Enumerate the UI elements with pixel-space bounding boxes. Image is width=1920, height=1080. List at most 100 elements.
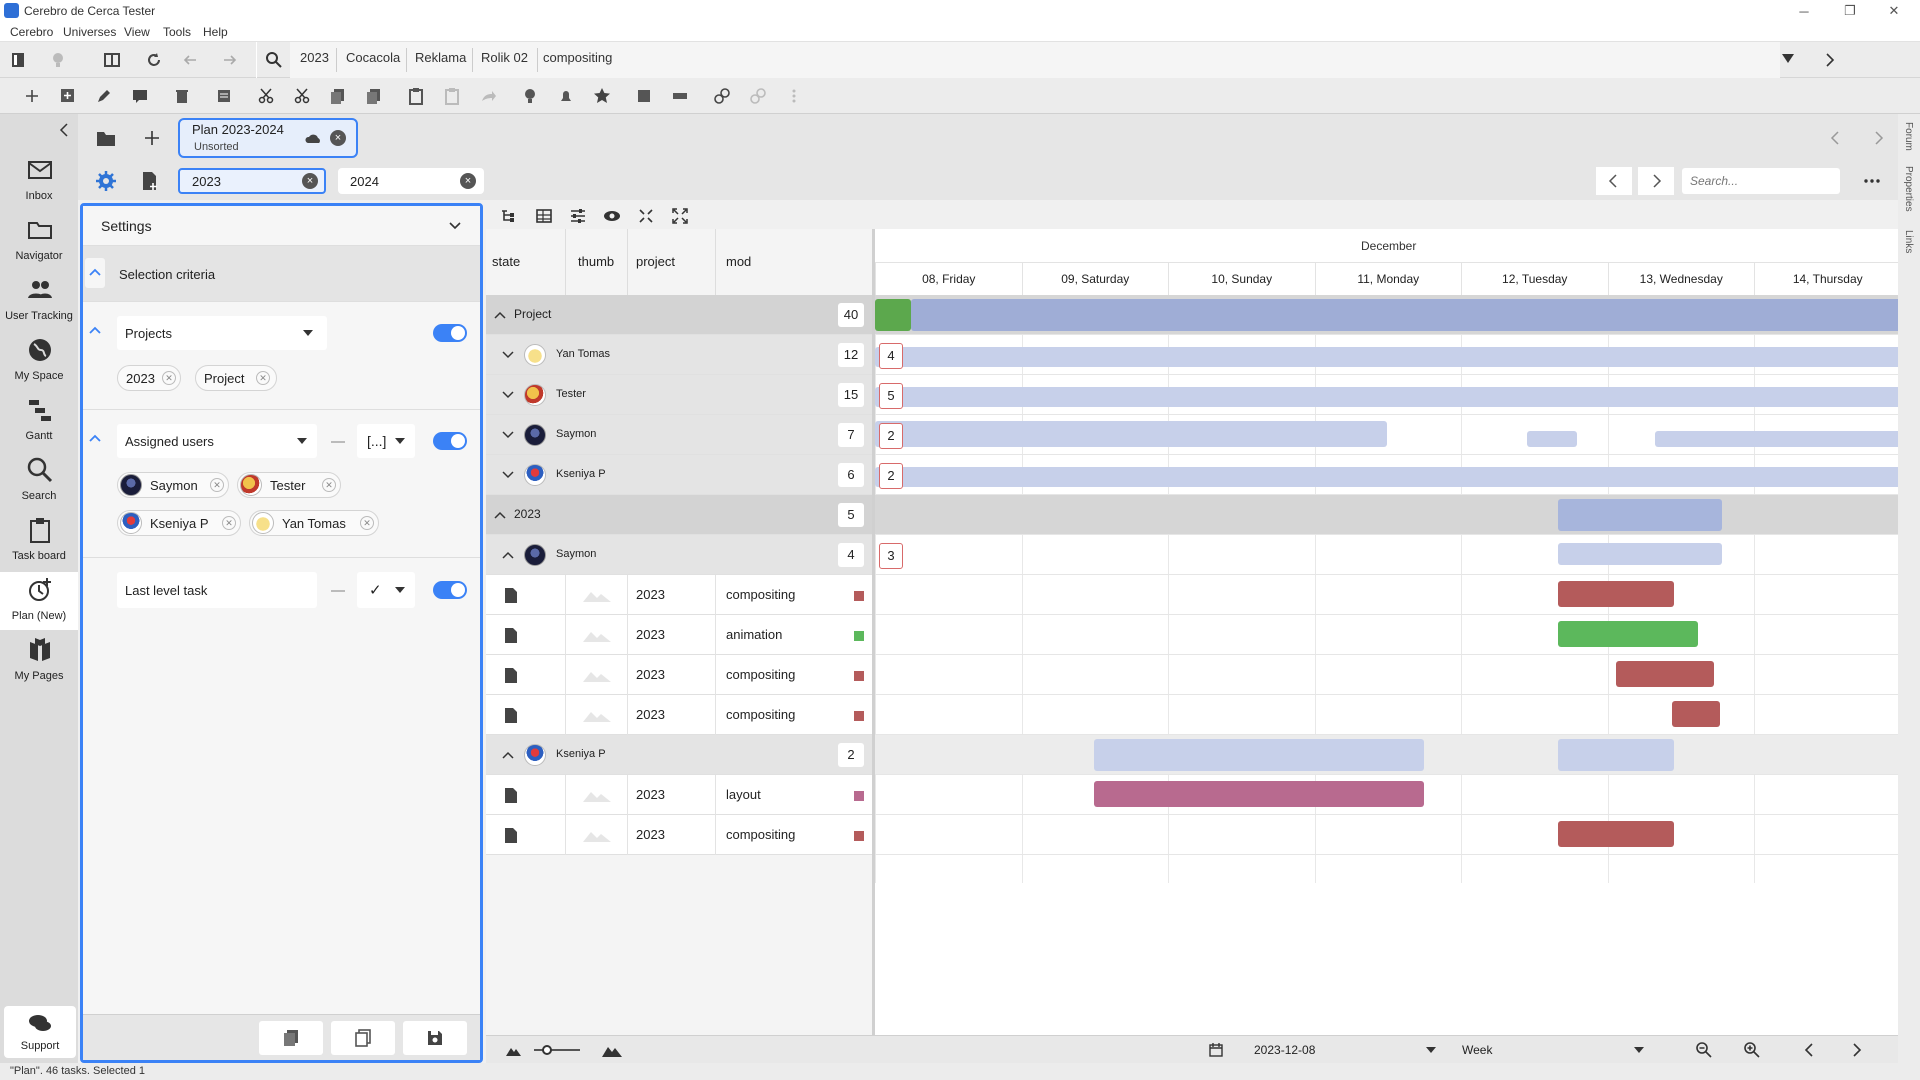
refresh-icon[interactable] bbox=[140, 46, 168, 74]
nav-item-plan-new[interactable]: Plan (New) bbox=[0, 572, 78, 630]
eye-icon[interactable] bbox=[598, 202, 626, 230]
close-icon[interactable]: ✕ bbox=[1880, 2, 1908, 20]
selection-criteria-row[interactable]: Selection criteria bbox=[83, 246, 480, 302]
table-row[interactable]: 2023 animation bbox=[486, 615, 872, 655]
remove-filter-icon[interactable]: × bbox=[460, 173, 476, 189]
gear-icon[interactable] bbox=[92, 167, 120, 195]
chevron-up-icon[interactable] bbox=[85, 424, 105, 454]
side-tab-properties[interactable]: Properties bbox=[1903, 166, 1914, 212]
operator-dropdown[interactable]: [...] bbox=[357, 424, 415, 458]
breadcrumb-item[interactable]: Reklama bbox=[415, 50, 466, 65]
chevron-down-icon[interactable] bbox=[500, 387, 516, 403]
forward-icon[interactable] bbox=[474, 82, 502, 110]
duplicate-settings-button[interactable] bbox=[331, 1021, 395, 1055]
remove-chip-icon[interactable]: ✕ bbox=[210, 478, 224, 492]
table-icon[interactable] bbox=[530, 202, 558, 230]
chevron-up-icon[interactable] bbox=[85, 258, 105, 288]
nav-item-user-tracking[interactable]: User Tracking bbox=[0, 272, 78, 330]
date-dropdown-icon[interactable] bbox=[1426, 1047, 1436, 1053]
breadcrumb-item[interactable]: Rolik 02 bbox=[481, 50, 528, 65]
chevron-down-icon[interactable] bbox=[500, 427, 516, 443]
group-row[interactable]: Saymon 7 bbox=[486, 415, 872, 455]
chevron-up-icon[interactable] bbox=[500, 747, 516, 763]
filter-chip-2024[interactable]: 2024 × bbox=[338, 168, 484, 194]
menu-tools[interactable]: Tools bbox=[163, 25, 191, 39]
collapse-nav-icon[interactable] bbox=[50, 116, 78, 144]
add-icon[interactable] bbox=[18, 82, 46, 110]
hierarchy-icon[interactable] bbox=[494, 202, 522, 230]
search-box[interactable]: Search... bbox=[1682, 168, 1840, 194]
copy-special-icon[interactable] bbox=[360, 82, 388, 110]
table-row[interactable]: 2023 compositing bbox=[486, 575, 872, 615]
back-arrow-icon[interactable] bbox=[176, 46, 204, 74]
save-settings-button[interactable] bbox=[403, 1021, 467, 1055]
gantt-bar[interactable] bbox=[1558, 581, 1674, 607]
gantt-bar[interactable] bbox=[875, 421, 1387, 447]
alarm-icon[interactable] bbox=[552, 82, 580, 110]
unlink-icon[interactable] bbox=[744, 82, 772, 110]
gantt-bar[interactable] bbox=[875, 387, 1901, 407]
gantt-bar[interactable] bbox=[1616, 661, 1714, 687]
chevron-up-icon[interactable] bbox=[492, 507, 508, 523]
table-row[interactable]: 2023 layout bbox=[486, 775, 872, 815]
chevron-up-icon[interactable] bbox=[85, 316, 105, 346]
plan-tab[interactable]: Plan 2023-2024 Unsorted × bbox=[178, 118, 358, 158]
add-subtask-icon[interactable] bbox=[54, 82, 82, 110]
zoom-slider[interactable] bbox=[534, 1045, 580, 1055]
gantt-bar[interactable] bbox=[1558, 739, 1674, 771]
menu-view[interactable]: View bbox=[124, 25, 150, 39]
column-header-state[interactable]: state bbox=[486, 229, 566, 295]
filters-prev-icon[interactable] bbox=[1596, 167, 1632, 195]
edit-icon[interactable] bbox=[90, 82, 118, 110]
gantt-bar[interactable] bbox=[875, 467, 1901, 487]
collapse-all-icon[interactable] bbox=[632, 202, 660, 230]
gantt-bar[interactable] bbox=[1655, 431, 1901, 447]
folder-icon[interactable] bbox=[92, 124, 120, 152]
group-row[interactable]: Yan Tomas 12 bbox=[486, 335, 872, 375]
paste-special-icon[interactable] bbox=[438, 82, 466, 110]
date-value[interactable]: 2023-12-08 bbox=[1254, 1043, 1315, 1057]
gantt-bar[interactable] bbox=[1094, 739, 1424, 771]
chevron-up-icon[interactable] bbox=[492, 307, 508, 323]
group-row[interactable]: Tester 15 bbox=[486, 375, 872, 415]
timeline-prev-icon[interactable] bbox=[1796, 1036, 1824, 1064]
projects-toggle[interactable] bbox=[433, 324, 467, 342]
column-header-thumb[interactable]: thumb bbox=[566, 229, 628, 295]
filters-next-icon[interactable] bbox=[1638, 167, 1674, 195]
cloud-sync-icon[interactable] bbox=[304, 130, 324, 146]
chevron-down-icon[interactable] bbox=[447, 218, 463, 234]
add-document-icon[interactable] bbox=[136, 167, 164, 195]
menu-universes[interactable]: Universes bbox=[63, 25, 116, 39]
remove-chip-icon[interactable]: ✕ bbox=[322, 478, 336, 492]
table-row[interactable]: 2023 compositing bbox=[486, 695, 872, 735]
gantt-bar[interactable] bbox=[1558, 621, 1698, 647]
tabs-prev-icon[interactable] bbox=[1822, 124, 1850, 152]
sliders-icon[interactable] bbox=[564, 202, 592, 230]
history-dropdown-icon[interactable] bbox=[1782, 54, 1794, 63]
expand-all-icon[interactable] bbox=[666, 202, 694, 230]
side-tab-forum[interactable]: Forum bbox=[1903, 122, 1914, 151]
chevron-right-icon[interactable] bbox=[1816, 46, 1844, 74]
chevron-up-icon[interactable] bbox=[500, 547, 516, 563]
nav-item-my-space[interactable]: My Space bbox=[0, 332, 78, 390]
breadcrumb-item[interactable]: compositing bbox=[543, 50, 612, 65]
nav-item-gantt[interactable]: Gantt bbox=[0, 392, 78, 450]
restore-icon[interactable]: ❐ bbox=[1836, 2, 1864, 20]
more-horizontal-icon[interactable] bbox=[1858, 167, 1886, 195]
zoom-slider-handle[interactable] bbox=[542, 1045, 552, 1055]
group-row[interactable]: Project 40 bbox=[486, 295, 872, 335]
nav-item-my-pages[interactable]: My Pages bbox=[0, 632, 78, 690]
scale-dropdown-icon[interactable] bbox=[1634, 1047, 1644, 1053]
filter-chip-2023[interactable]: 2023 × bbox=[178, 168, 326, 194]
menu-help[interactable]: Help bbox=[203, 25, 228, 39]
timeline-next-icon[interactable] bbox=[1842, 1036, 1870, 1064]
gantt-bar[interactable] bbox=[1094, 781, 1424, 807]
add-tab-icon[interactable] bbox=[138, 124, 166, 152]
gantt-bar[interactable] bbox=[1672, 701, 1720, 727]
panel-toggle-icon[interactable] bbox=[4, 46, 32, 74]
lightbulb-icon[interactable] bbox=[44, 46, 72, 74]
settings-header[interactable]: Settings bbox=[83, 206, 480, 246]
column-header-project[interactable]: project bbox=[628, 229, 716, 295]
remove-chip-icon[interactable]: ✕ bbox=[222, 516, 236, 530]
last-level-dropdown[interactable]: Last level task bbox=[117, 572, 317, 608]
